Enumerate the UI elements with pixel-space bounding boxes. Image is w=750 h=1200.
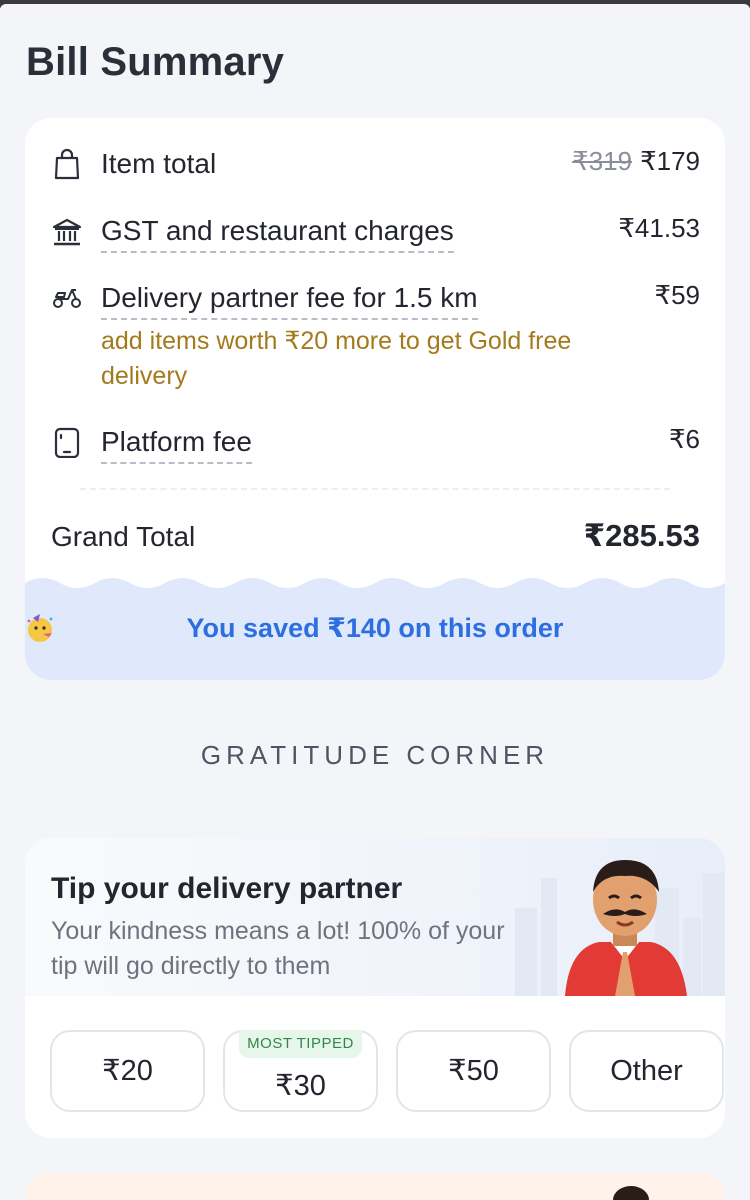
delivery-label[interactable]: Delivery partner fee for 1.5 km	[101, 282, 478, 320]
platform-amount: ₹6	[668, 424, 700, 454]
delivery-amount: ₹59	[654, 280, 700, 310]
tip-option-30[interactable]: MOST TIPPED ₹30	[223, 1030, 378, 1112]
tip-options: ₹20 MOST TIPPED ₹30 ₹50 Other	[25, 1030, 725, 1114]
tip-option-label: ₹50	[448, 1055, 499, 1087]
item-total-label: Item total	[101, 148, 217, 179]
tip-subtitle: Your kindness means a lot! 100% of your …	[51, 917, 505, 980]
page-title: Bill Summary	[26, 40, 285, 84]
gst-row[interactable]: GST and restaurant charges ₹41.53	[25, 213, 725, 253]
tip-title: Tip your delivery partner	[51, 872, 403, 905]
tip-header: Tip your delivery partner Your kindness …	[25, 838, 725, 996]
gratitude-heading: GRATITUDE CORNER	[200, 740, 550, 770]
tip-option-other[interactable]: Other	[569, 1030, 724, 1112]
tip-card: Tip your delivery partner Your kindness …	[25, 838, 725, 1138]
savings-banner: You saved ₹140 on this order	[25, 573, 725, 680]
gst-amount: ₹41.53	[618, 213, 700, 243]
savings-text: You saved ₹140 on this order	[186, 613, 564, 643]
grand-total-amount: ₹285.53	[583, 518, 700, 553]
gst-label[interactable]: GST and restaurant charges	[101, 215, 454, 253]
sheet-top-edge	[0, 0, 750, 10]
tip-option-20[interactable]: ₹20	[50, 1030, 205, 1112]
gold-delivery-note: add items worth ₹20 more to get Gold fre…	[101, 327, 572, 390]
tip-option-label: Other	[610, 1055, 683, 1087]
tip-option-label: ₹20	[102, 1055, 153, 1087]
delivery-row[interactable]: Delivery partner fee for 1.5 km ₹59 add …	[25, 280, 725, 400]
next-card-illustration	[613, 1186, 649, 1200]
item-total-row: Item total ₹319 ₹179	[25, 146, 725, 186]
divider	[80, 488, 670, 490]
shopping-bag-icon	[54, 148, 80, 180]
bank-icon	[52, 218, 82, 246]
savings-text-row: You saved ₹140 on this order	[25, 613, 725, 644]
phone-icon	[54, 427, 80, 458]
grand-total-label: Grand Total	[51, 521, 196, 552]
delivery-partner-illustration	[565, 860, 687, 996]
most-tipped-badge: MOST TIPPED	[239, 1030, 362, 1058]
item-total-amount: ₹319 ₹179	[572, 146, 700, 177]
platform-label[interactable]: Platform fee	[101, 426, 252, 464]
tip-option-50[interactable]: ₹50	[396, 1030, 551, 1112]
item-total-original: ₹319	[572, 146, 633, 176]
party-face-icon	[27, 614, 53, 642]
item-total-value: ₹179	[640, 146, 700, 176]
platform-row[interactable]: Platform fee ₹6	[25, 424, 725, 464]
tip-option-label: ₹30	[275, 1070, 326, 1102]
scooter-icon	[53, 289, 81, 308]
bill-card: Item total ₹319 ₹179 GST and restaurant c…	[25, 118, 725, 680]
